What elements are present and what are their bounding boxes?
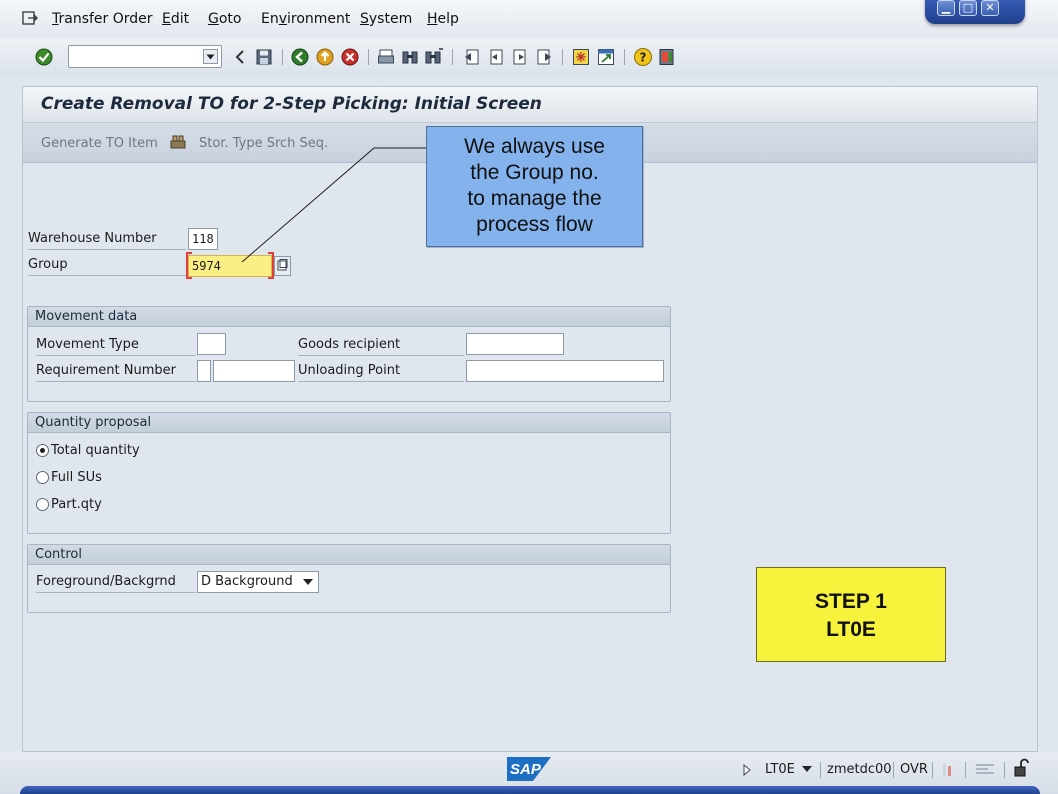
warehouse-number-label: Warehouse Number (28, 228, 186, 250)
radio-total-quantity-label: Total quantity (51, 443, 140, 458)
sap-logo: SAP (507, 757, 551, 781)
generate-to-item-button[interactable]: Generate TO Item (41, 136, 158, 151)
lock-icon[interactable] (1012, 758, 1030, 778)
movement-data-title: Movement data (28, 307, 670, 327)
svg-text:?: ? (640, 51, 647, 65)
chevron-down-icon[interactable] (303, 579, 313, 585)
radio-button[interactable] (36, 498, 49, 511)
find-icon[interactable] (400, 47, 420, 67)
radio-button-selected[interactable] (36, 444, 49, 457)
back-arrow-icon[interactable] (230, 47, 250, 67)
layout-switch-icon[interactable] (974, 760, 996, 778)
find-next-icon[interactable] (424, 47, 444, 67)
enter-check-icon[interactable] (34, 47, 54, 67)
svg-text:SAP: SAP (510, 761, 542, 778)
transaction-code: LT0E (765, 762, 795, 777)
radio-total-quantity[interactable]: Total quantity (36, 443, 140, 458)
standard-toolbar: ? (0, 38, 1058, 76)
chevron-down-icon[interactable] (203, 49, 218, 64)
unloading-point-field[interactable] (466, 360, 664, 382)
foreground-background-label: Foreground/Backgrnd (36, 571, 196, 593)
step-label-box: STEP 1 LT0E (756, 567, 946, 662)
previous-page-icon[interactable] (486, 47, 506, 67)
menu-help[interactable]: Help (427, 11, 459, 27)
last-page-icon[interactable] (534, 47, 554, 67)
new-session-icon[interactable] (571, 47, 591, 67)
menu-system[interactable]: System (360, 11, 412, 27)
radio-full-sus-label: Full SUs (51, 470, 102, 485)
minimize-icon[interactable]: ▁ (937, 0, 955, 16)
goods-recipient-field[interactable] (466, 333, 564, 355)
group-label: Group (28, 254, 186, 276)
window-bottom-edge (20, 786, 1040, 794)
step-transaction: LT0E (826, 618, 876, 641)
radio-full-sus[interactable]: Full SUs (36, 470, 102, 485)
unloading-point-label: Unloading Point (298, 360, 464, 382)
quantity-proposal-title: Quantity proposal (28, 413, 670, 433)
callout-line-3: to manage the (467, 187, 602, 210)
storage-type-search-sequence-button[interactable]: Stor. Type Srch Seq. (199, 136, 328, 151)
shortcut-icon[interactable] (596, 47, 616, 67)
warehouse-number-field[interactable]: 118 (188, 228, 218, 250)
radio-part-qty-label: Part.qty (51, 497, 102, 512)
insert-mode: OVR (900, 762, 928, 777)
menu-edit[interactable]: Edit (162, 11, 189, 27)
next-page-icon[interactable] (510, 47, 530, 67)
screen-title-bar: Create Removal TO for 2-Step Picking: In… (23, 87, 1037, 123)
foreground-background-value: D Background (201, 574, 293, 589)
requirement-number-label: Requirement Number (36, 360, 196, 382)
cancel-icon[interactable] (340, 47, 360, 67)
requirement-number-field[interactable] (213, 360, 295, 382)
server-name: zmetdc00 (827, 762, 892, 777)
session-info-icon[interactable] (940, 760, 956, 778)
menu-bar: Transfer Order Edit Goto Environment Sys… (0, 0, 1058, 38)
page-title: Create Removal TO for 2-Step Picking: In… (41, 94, 542, 114)
expand-status-icon[interactable] (742, 763, 752, 777)
callout-note: We always use the Group no. to manage th… (426, 126, 643, 247)
maximize-icon[interactable]: □ (959, 0, 977, 16)
multiple-selection-icon[interactable] (274, 256, 291, 276)
callout-line-1: We always use (464, 135, 605, 158)
layout-icon[interactable] (657, 47, 677, 67)
back-icon[interactable] (290, 47, 310, 67)
exit-icon[interactable] (315, 47, 335, 67)
window-controls: ▁ □ ✕ (925, 0, 1025, 24)
menu-exit-icon[interactable] (22, 11, 38, 25)
callout-line-2: the Group no. (470, 161, 599, 184)
first-page-icon[interactable] (462, 47, 482, 67)
save-icon[interactable] (254, 47, 274, 67)
radio-button[interactable] (36, 471, 49, 484)
control-group: Control Foreground/Backgrnd D Background (27, 544, 671, 613)
requirement-type-field[interactable] (197, 360, 211, 382)
step-number: STEP 1 (815, 590, 887, 613)
movement-type-label: Movement Type (36, 334, 196, 356)
menu-environment[interactable]: Environment (261, 11, 350, 27)
group-field[interactable]: 5974 (188, 255, 272, 277)
print-icon[interactable] (376, 47, 396, 67)
foreground-background-select[interactable]: D Background (197, 571, 319, 593)
chevron-down-icon[interactable] (802, 766, 812, 773)
control-title: Control (28, 545, 670, 565)
storage-type-icon[interactable] (169, 133, 187, 151)
focus-bracket-left (186, 252, 192, 279)
movement-type-field[interactable] (197, 333, 226, 355)
menu-goto[interactable]: Goto (208, 11, 241, 27)
callout-line-4: process flow (476, 213, 593, 236)
close-icon[interactable]: ✕ (981, 0, 999, 16)
goods-recipient-label: Goods recipient (298, 334, 464, 356)
menu-transfer-order[interactable]: Transfer Order (52, 11, 153, 27)
command-field[interactable] (68, 45, 222, 68)
help-icon[interactable]: ? (633, 47, 653, 67)
radio-part-qty[interactable]: Part.qty (36, 497, 102, 512)
movement-data-group: Movement data Movement Type Requirement … (27, 306, 671, 402)
quantity-proposal-group: Quantity proposal Total quantity Full SU… (27, 412, 671, 534)
